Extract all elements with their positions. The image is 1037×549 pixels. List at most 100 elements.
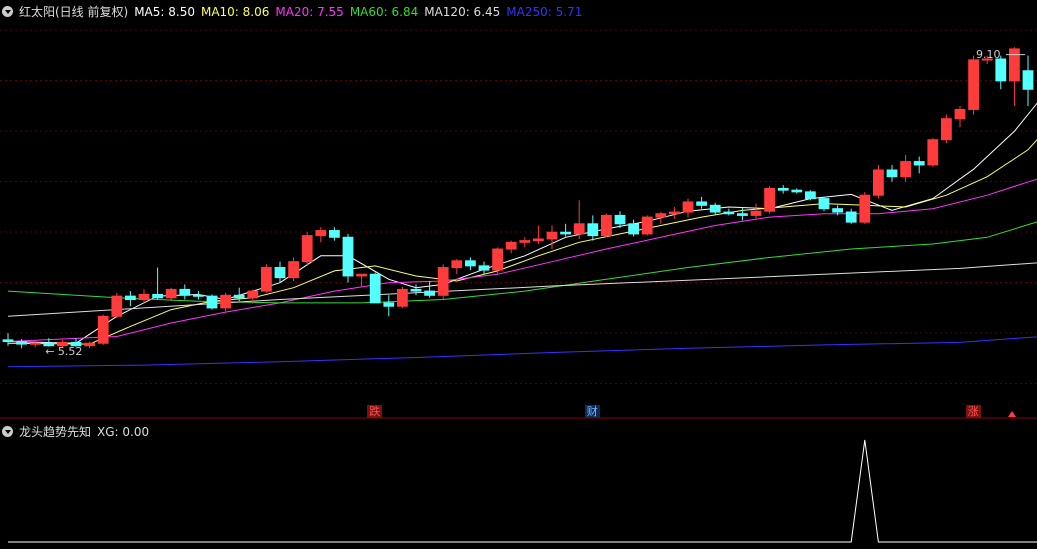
- candle-body: [288, 261, 299, 279]
- candle: [805, 190, 816, 201]
- candle-body: [492, 248, 503, 271]
- candle-body: [791, 189, 803, 193]
- candle: [329, 227, 340, 241]
- candle: [2, 333, 14, 346]
- candle: [655, 212, 667, 224]
- main-price-chart[interactable]: [0, 0, 1037, 420]
- candle-body: [193, 294, 204, 297]
- candle: [723, 208, 735, 216]
- candle: [913, 156, 925, 174]
- candle: [560, 223, 571, 237]
- candle-body: [179, 288, 191, 296]
- candle: [288, 257, 299, 281]
- candle: [424, 281, 435, 298]
- indicator-title: 龙头趋势先知: [19, 425, 92, 439]
- candle-body: [16, 341, 27, 345]
- candle: [696, 196, 707, 209]
- candle: [29, 339, 41, 348]
- candle-body: [329, 230, 340, 238]
- stock-title: 红太阳(日线 前复权): [19, 5, 129, 19]
- candle-body: [573, 223, 585, 235]
- chart-window: 红太阳(日线 前复权) MA5: 8.50 MA10: 8.06 MA20: 7.55…: [0, 0, 1037, 549]
- ma-legend-item: MA20: 7.55: [275, 5, 344, 19]
- candle-body: [206, 295, 218, 309]
- candle: [968, 55, 979, 115]
- low-price-value: 5.52: [57, 345, 83, 359]
- candle: [383, 295, 395, 317]
- candle-body: [519, 240, 531, 243]
- candle: [995, 55, 1007, 90]
- candle-body: [805, 191, 816, 200]
- candle-body: [2, 339, 14, 343]
- ma-legend-item: MA10: 8.06: [200, 5, 270, 19]
- candle-body: [873, 169, 884, 196]
- ma-legend-item: MA120: 6.45: [424, 5, 501, 19]
- candle: [505, 240, 517, 254]
- candle: [301, 232, 313, 266]
- candle-body: [29, 342, 41, 345]
- candle: [791, 188, 803, 194]
- candle: [152, 267, 163, 300]
- candle-body: [165, 288, 177, 299]
- ma-legend-item: MA60: 6.84: [349, 5, 419, 19]
- candle-body: [886, 169, 898, 178]
- candle-body: [859, 194, 871, 223]
- candle-body: [437, 267, 449, 296]
- ma-legend-item: MA250: 5.71: [506, 5, 583, 19]
- candle: [492, 247, 503, 275]
- xg-signal-line: [8, 439, 1037, 543]
- candle-body: [220, 294, 231, 309]
- candle-body: [125, 295, 136, 300]
- event-tag[interactable]: 财: [584, 405, 600, 418]
- candle-body: [628, 223, 639, 235]
- ma-line-ma20: [7, 178, 1037, 342]
- indicator-value: XG: 0.00: [97, 425, 150, 439]
- candle: [451, 259, 463, 275]
- candle: [900, 154, 911, 182]
- candle: [356, 273, 367, 287]
- candle-body: [478, 265, 490, 271]
- candle: [886, 164, 898, 182]
- indicator-chart[interactable]: [0, 420, 1037, 549]
- chevron-down-icon[interactable]: [2, 6, 13, 17]
- candle-body: [764, 188, 775, 212]
- candle-body: [274, 267, 286, 279]
- candle: [601, 213, 612, 238]
- candle: [519, 237, 531, 248]
- candle-body: [261, 267, 272, 292]
- candle: [845, 208, 857, 224]
- candle: [927, 138, 939, 167]
- candle-body: [356, 273, 367, 277]
- candle: [533, 225, 544, 244]
- chevron-down-icon[interactable]: [2, 426, 13, 437]
- candle-body: [111, 295, 123, 317]
- candle-body: [247, 290, 259, 299]
- candle-body: [533, 238, 544, 242]
- candle-body: [233, 294, 245, 299]
- candle-body: [995, 58, 1007, 82]
- candle: [410, 284, 422, 296]
- candle: [750, 203, 762, 219]
- candle-body: [655, 213, 667, 218]
- candle-body: [750, 210, 762, 216]
- candle: [737, 207, 748, 221]
- candle-body: [818, 198, 830, 210]
- candle-body: [1009, 48, 1020, 82]
- event-tag[interactable]: 跌: [367, 405, 383, 418]
- candle: [777, 185, 789, 194]
- candle: [111, 292, 123, 318]
- candle-body: [560, 231, 571, 235]
- candle: [179, 284, 191, 300]
- candle: [165, 287, 177, 302]
- indicator-header: 龙头趋势先知 XG: 0.00: [2, 423, 155, 441]
- candle: [478, 261, 490, 275]
- ma-line-ma10: [7, 139, 1037, 345]
- ma-legend: MA5: 8.50 MA10: 8.06 MA20: 7.55 MA60: 6.84 M…: [134, 5, 588, 19]
- candle: [1009, 47, 1020, 107]
- candle-body: [845, 211, 857, 223]
- event-tag[interactable]: 涨: [965, 405, 981, 418]
- candle: [315, 227, 327, 243]
- candle-body: [737, 213, 748, 216]
- candle: [125, 291, 136, 307]
- candle: [669, 207, 680, 219]
